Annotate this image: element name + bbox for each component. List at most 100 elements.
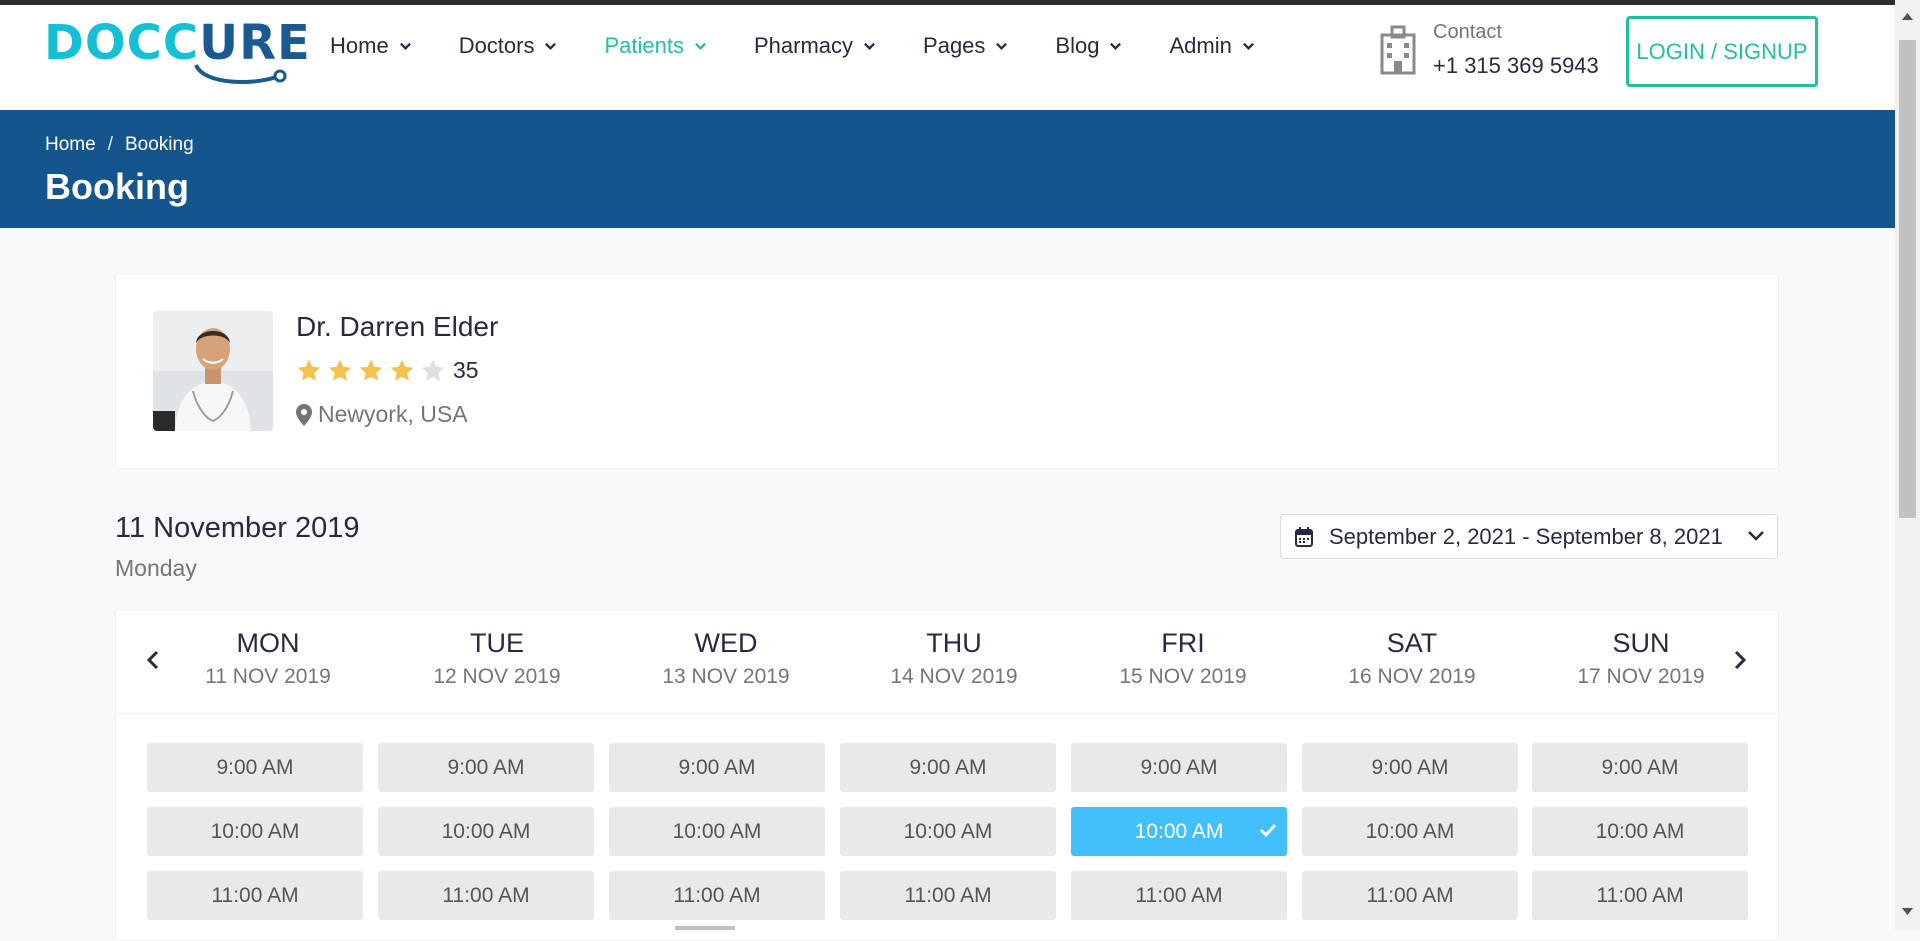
time-slot-button[interactable]: 11:00 AM <box>1532 871 1748 920</box>
nav-item-label: Patients <box>604 33 684 58</box>
scroll-down-arrow-icon[interactable] <box>1902 908 1913 916</box>
nav-item-label: Doctors <box>458 33 535 58</box>
time-slot-label: 10:00 AM <box>1134 819 1224 843</box>
day-column-sat: SAT 16 NOV 2019 <box>1312 628 1512 689</box>
page-title: Booking <box>45 166 189 207</box>
day-column-mon: MON 11 NOV 2019 <box>168 628 368 689</box>
date-range-picker[interactable]: September 2, 2021 - September 8, 2021 <box>1280 514 1778 559</box>
time-slot-label: 11:00 AM <box>442 883 530 907</box>
time-slot-button[interactable]: 9:00 AM <box>1302 743 1518 792</box>
time-slot-button[interactable]: 9:00 AM <box>1071 743 1287 792</box>
chevron-down-icon <box>399 42 411 50</box>
nav-item-blog[interactable]: Blog <box>1055 33 1122 59</box>
check-icon <box>1259 823 1277 838</box>
nav-item-patients[interactable]: Patients <box>604 33 707 59</box>
star-filled-icon <box>297 359 321 381</box>
time-slot-button[interactable]: 10:00 AM <box>840 807 1056 856</box>
day-column-fri: FRI 15 NOV 2019 <box>1083 628 1283 689</box>
nav-item-label: Blog <box>1055 33 1100 58</box>
time-slot-label: 9:00 AM <box>909 755 987 779</box>
day-column-tue: TUE 12 NOV 2019 <box>397 628 597 689</box>
doctor-card: Dr. Darren Elder 35 Newyork, USA <box>115 273 1779 469</box>
time-slot-button[interactable]: 9:00 AM <box>609 743 825 792</box>
chevron-down-icon <box>545 42 557 50</box>
doctor-location: Newyork, USA <box>296 401 468 428</box>
chevron-left-icon[interactable] <box>142 648 166 672</box>
time-slot-label: 10:00 AM <box>903 819 993 843</box>
time-slot-button[interactable]: 9:00 AM <box>147 743 363 792</box>
day-date: 13 NOV 2019 <box>662 665 790 688</box>
time-slot-label: 11:00 AM <box>1366 883 1454 907</box>
breadcrumb-home[interactable]: Home <box>45 134 96 156</box>
nav-item-label: Pharmacy <box>753 33 854 58</box>
time-slot-button[interactable]: 10:00 AM <box>1071 807 1287 856</box>
schedule-card: MON 11 NOV 2019 TUE 12 NOV 2019 WED 13 NOV 20… <box>115 609 1779 941</box>
time-slot-label: 11:00 AM <box>1596 883 1684 907</box>
day-name: SUN <box>1612 628 1670 658</box>
nav-item-doctors[interactable]: Doctors <box>459 33 558 59</box>
doctor-name[interactable]: Dr. Darren Elder <box>296 311 498 343</box>
doctor-avatar[interactable] <box>153 311 273 431</box>
nav-item-pages[interactable]: Pages <box>923 33 1008 59</box>
contact-block: Contact +1 315 369 5943 <box>1378 19 1628 79</box>
time-slot-button[interactable]: 11:00 AM <box>1302 871 1518 920</box>
time-slot-button[interactable]: 10:00 AM <box>378 807 594 856</box>
day-name: MON <box>236 628 300 658</box>
scrollbar-thumb[interactable] <box>1899 40 1916 518</box>
day-name: THU <box>926 628 982 658</box>
review-count: 35 <box>453 357 479 383</box>
day-date: 14 NOV 2019 <box>890 665 1018 688</box>
nav-item-admin[interactable]: Admin <box>1169 33 1254 59</box>
site-header: DOCCURE Home Doctors Patients Pharmacy Pages… <box>0 5 1895 110</box>
time-slot-label: 9:00 AM <box>1601 755 1679 779</box>
date-range-label: September 2, 2021 - September 8, 2021 <box>1329 523 1723 549</box>
day-column-thu: THU 14 NOV 2019 <box>854 628 1054 689</box>
contact-phone[interactable]: +1 315 369 5943 <box>1433 53 1599 79</box>
time-slot-button[interactable]: 10:00 AM <box>609 807 825 856</box>
horizontal-scrollbar-thumb[interactable] <box>675 926 735 930</box>
login-signup-button[interactable]: LOGIN / SIGNUP <box>1626 16 1818 87</box>
time-slot-button[interactable]: 10:00 AM <box>147 807 363 856</box>
time-slot-label: 11:00 AM <box>904 883 992 907</box>
time-slot-button[interactable]: 11:00 AM <box>1071 871 1287 920</box>
star-empty-icon <box>421 359 445 381</box>
time-slot-label: 9:00 AM <box>447 755 525 779</box>
day-name: TUE <box>470 628 524 658</box>
time-slot-button[interactable]: 11:00 AM <box>378 871 594 920</box>
nav-item-pharmacy[interactable]: Pharmacy <box>754 33 876 59</box>
chevron-down-icon <box>996 42 1008 50</box>
day-date: 12 NOV 2019 <box>433 665 561 688</box>
chevron-down-icon <box>864 42 875 50</box>
time-slot-button[interactable]: 9:00 AM <box>840 743 1056 792</box>
nav-item-home[interactable]: Home <box>330 33 412 59</box>
time-slot-button[interactable]: 10:00 AM <box>1532 807 1748 856</box>
chevron-down-icon <box>1110 42 1122 50</box>
breadcrumb-current: Booking <box>124 134 194 155</box>
time-slot-button[interactable]: 11:00 AM <box>147 871 363 920</box>
breadcrumb-separator: / <box>107 134 113 155</box>
time-slot-button[interactable]: 11:00 AM <box>840 871 1056 920</box>
doccure-logo[interactable]: DOCCURE <box>44 13 310 85</box>
time-slot-label: 9:00 AM <box>216 755 294 779</box>
time-slot-label: 10:00 AM <box>441 819 531 843</box>
day-name: FRI <box>1161 628 1205 658</box>
time-slot-button[interactable]: 10:00 AM <box>1302 807 1518 856</box>
doctor-rating: 35 <box>296 357 479 384</box>
time-slot-button[interactable]: 11:00 AM <box>609 871 825 920</box>
vertical-scrollbar[interactable] <box>1895 0 1920 930</box>
nav-item-label: Admin <box>1169 33 1232 58</box>
map-marker-icon <box>296 403 312 426</box>
chevron-down-icon <box>695 42 706 50</box>
time-slot-label: 10:00 AM <box>210 819 300 843</box>
day-date: 17 NOV 2019 <box>1577 665 1705 688</box>
selected-date: 11 November 2019 <box>115 512 360 544</box>
contact-label: Contact <box>1433 21 1502 43</box>
time-slot-label: 11:00 AM <box>1135 883 1223 907</box>
time-slot-label: 10:00 AM <box>1595 819 1685 843</box>
chevron-down-icon <box>1748 531 1764 541</box>
selected-day: Monday <box>115 555 197 581</box>
time-slot-button[interactable]: 9:00 AM <box>1532 743 1748 792</box>
scroll-up-arrow-icon[interactable] <box>1902 12 1913 20</box>
time-slot-button[interactable]: 9:00 AM <box>378 743 594 792</box>
chevron-right-icon[interactable] <box>1727 648 1751 672</box>
